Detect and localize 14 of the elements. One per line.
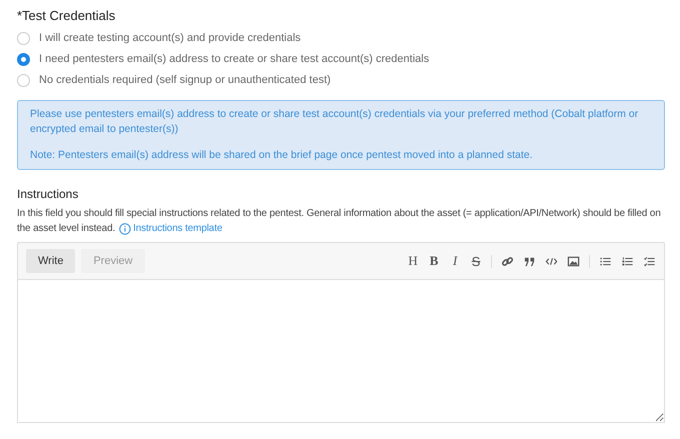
- radio-label: I will create testing account(s) and provide credentials: [39, 32, 301, 44]
- info-text: Note: Pentesters email(s) address will be shared on the brief page once pentest moved into a planned state.: [30, 148, 534, 163]
- editor-tab[interactable]: Write: [26, 249, 76, 273]
- info-text: Please use pentesters email(s) address to create or share test account(s) credentials via your preferred method (Cobalt platform or encrypted email to pentester(s)): [30, 107, 640, 137]
- bold-button[interactable]: B: [428, 253, 440, 269]
- italic-button[interactable]: I: [449, 253, 461, 269]
- radio-label: No credentials required (self signup or unauthenticated test): [39, 74, 331, 86]
- radio-label: I need pentesters email(s) address to create or share test account(s) credentials: [39, 53, 430, 65]
- section-title: Instructions: [17, 187, 80, 201]
- description-text: In this field you should fill special instructions related to the pentest. General information about the asset (= application/API/Network) should be filled on: [17, 207, 662, 221]
- section-title: *Test Credentials: [17, 8, 116, 23]
- strike-button[interactable]: S: [470, 254, 482, 268]
- heading-button[interactable]: H: [407, 253, 419, 269]
- description-text: the asset level instead.: [17, 222, 116, 236]
